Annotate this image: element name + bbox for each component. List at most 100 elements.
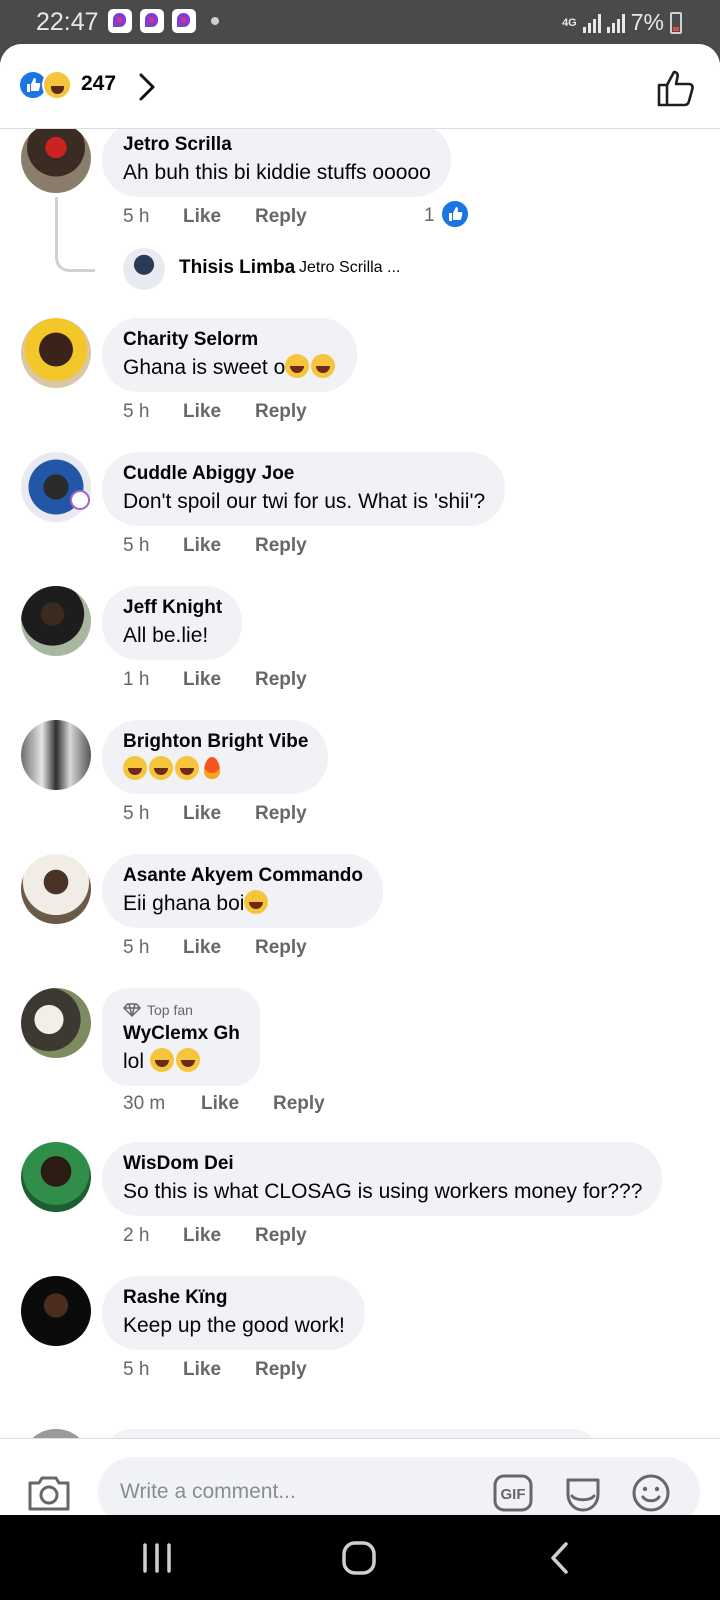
comment-author[interactable]: WisDom Dei — [123, 1150, 642, 1178]
reply-button[interactable]: Reply — [255, 206, 307, 228]
comment-bubble[interactable]: WisDom Dei So this is what CLOSAG is usi… — [102, 1142, 663, 1216]
comment-actions: 2 h Like Reply — [123, 1225, 307, 1247]
comment-actions: 5 h Like Reply — [123, 535, 307, 557]
comment-text: lol — [123, 1048, 240, 1076]
avatar[interactable] — [21, 586, 91, 656]
reply-button[interactable]: Reply — [255, 401, 307, 423]
comment-input[interactable] — [98, 1457, 700, 1515]
comment-author[interactable]: Asante Akyem Commando — [123, 862, 363, 890]
like-icon[interactable] — [656, 68, 696, 108]
comment-bubble[interactable] — [102, 1429, 602, 1438]
avatar[interactable] — [21, 1142, 91, 1212]
back-icon[interactable] — [538, 1535, 584, 1581]
comment-author[interactable]: Rashe Kïng — [123, 1284, 345, 1312]
battery-percent: 7% — [630, 9, 664, 35]
comment-bubble[interactable]: Rashe Kïng Keep up the good work! — [102, 1276, 365, 1350]
comment-text: Keep up the good work! — [123, 1314, 345, 1337]
like-reaction-icon[interactable] — [440, 199, 470, 229]
comment-time: 5 h — [123, 401, 150, 422]
gif-icon[interactable]: GIF — [492, 1472, 534, 1514]
comment-composer: GIF — [0, 1438, 720, 1515]
home-icon[interactable] — [336, 1535, 382, 1581]
like-button[interactable]: Like — [183, 937, 255, 959]
chevron-right-icon[interactable] — [136, 70, 160, 104]
sticker-icon[interactable] — [562, 1472, 604, 1514]
avatar[interactable] — [21, 720, 91, 790]
reply-button[interactable]: Reply — [255, 669, 307, 691]
haha-reaction-icon — [42, 70, 72, 100]
comment-text: Eii ghana boi — [123, 890, 363, 918]
top-fan-label: Top fan — [147, 1002, 193, 1018]
comments-list[interactable]: Jetro Scrilla Ah buh this bi kiddie stuf… — [0, 129, 720, 1438]
status-bar: 22:47 4G 7% — [0, 0, 720, 46]
avatar[interactable] — [21, 452, 91, 522]
avatar[interactable] — [21, 129, 91, 193]
comment-author[interactable]: Cuddle Abiggy Joe — [123, 460, 485, 488]
svg-text:GIF: GIF — [501, 1486, 526, 1503]
avatar[interactable] — [21, 318, 91, 388]
joy-emoji-icon — [175, 1048, 200, 1072]
comment-time: 2 h — [123, 1225, 150, 1246]
like-button[interactable]: Like — [183, 535, 255, 557]
like-button[interactable]: Like — [183, 401, 255, 423]
like-button[interactable]: Like — [183, 803, 255, 825]
like-button[interactable]: Like — [183, 669, 255, 691]
reply-author[interactable]: Thisis Limba — [179, 257, 295, 279]
like-button[interactable]: Like — [183, 1225, 255, 1247]
comment-bubble[interactable]: Brighton Bright Vibe — [102, 720, 329, 794]
comment-author[interactable]: Jeff Knight — [123, 594, 222, 622]
comment-time: 5 h — [123, 206, 150, 227]
fire-emoji-icon — [201, 756, 223, 780]
comment-author[interactable]: Jetro Scrilla — [123, 131, 431, 159]
rofl-emoji-icon — [311, 354, 336, 378]
signal-icon — [606, 13, 625, 33]
like-button[interactable]: Like — [183, 1359, 255, 1381]
reaction-count[interactable]: 247 — [81, 72, 116, 96]
reply-button[interactable]: Reply — [255, 1225, 307, 1247]
comment-bubble[interactable]: Charity Selorm Ghana is sweet o — [102, 318, 358, 392]
avatar[interactable] — [21, 1429, 91, 1438]
comment-bubble[interactable]: Asante Akyem Commando Eii ghana boi — [102, 854, 384, 928]
reactions-summary[interactable] — [18, 70, 72, 102]
comment-actions: 5 h Like Reply — [123, 803, 307, 825]
comment-author[interactable]: WyClemx Gh — [123, 1020, 240, 1048]
system-navigation-bar — [0, 1515, 720, 1600]
reply-button[interactable]: Reply — [273, 1093, 325, 1115]
top-fan-badge[interactable]: Top fan — [123, 1000, 240, 1020]
comment-like-count[interactable]: 1 — [424, 205, 435, 227]
comment-bubble[interactable]: Jetro Scrilla Ah buh this bi kiddie stuf… — [102, 129, 451, 197]
reply-button[interactable]: Reply — [255, 535, 307, 557]
comment-bubble[interactable]: Top fan WyClemx Gh lol — [102, 988, 260, 1086]
network-type-icon: 4G — [562, 16, 577, 29]
recent-apps-icon[interactable] — [134, 1535, 180, 1581]
like-button[interactable]: Like — [201, 1093, 273, 1115]
comment-author[interactable]: Brighton Bright Vibe — [123, 728, 308, 756]
camera-icon[interactable] — [26, 1469, 72, 1515]
avatar[interactable] — [21, 854, 91, 924]
reply-button[interactable]: Reply — [255, 937, 307, 959]
comment-text: Ghana is sweet o — [123, 354, 337, 382]
comment-actions: 5 h Like Reply — [123, 1359, 307, 1381]
reply-thread-line — [55, 197, 95, 272]
picsart-notification-icon — [140, 9, 164, 33]
comment-time: 1 h — [123, 669, 150, 690]
comment-time: 5 h — [123, 803, 150, 824]
reply-avatar[interactable] — [123, 248, 165, 290]
reply-button[interactable]: Reply — [255, 803, 307, 825]
picsart-notification-icon — [172, 9, 196, 33]
comment-bubble[interactable]: Jeff Knight All be.lie! — [102, 586, 243, 660]
emoji-icon[interactable] — [630, 1472, 672, 1514]
picsart-notification-icon — [108, 9, 132, 33]
comment-bubble[interactable]: Cuddle Abiggy Joe Don't spoil our twi fo… — [102, 452, 506, 526]
comments-sheet: 247 Jetro Scrilla Ah buh this bi kiddie … — [0, 44, 720, 1515]
avatar[interactable] — [21, 1276, 91, 1346]
avatar[interactable] — [21, 988, 91, 1058]
like-button[interactable]: Like — [183, 206, 255, 228]
laughing-emoji-icon — [244, 890, 269, 914]
reply-button[interactable]: Reply — [255, 1359, 307, 1381]
comment-text: So this is what CLOSAG is using workers … — [123, 1180, 643, 1203]
comment-author[interactable]: Charity Selorm — [123, 326, 337, 354]
reply-preview[interactable]: Jetro Scrilla ... — [299, 259, 400, 277]
joy-emoji-icon — [149, 756, 173, 780]
comment-text: Ah buh this bi kiddie stuffs ooooo — [123, 161, 431, 184]
